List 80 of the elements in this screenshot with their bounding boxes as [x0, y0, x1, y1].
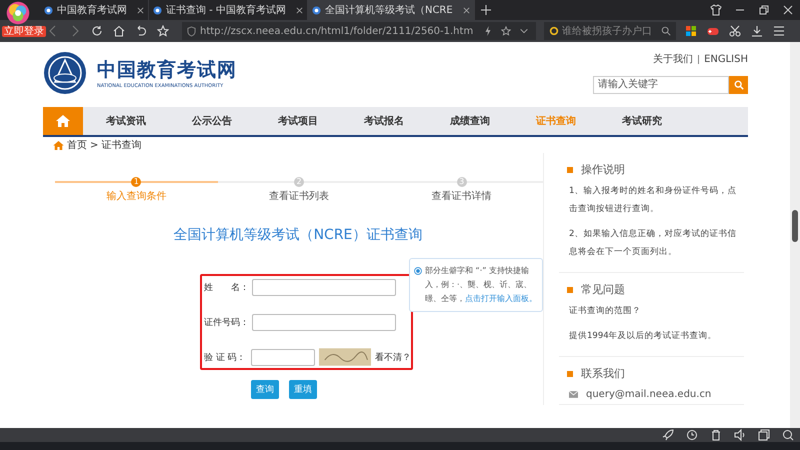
address-bar[interactable]: http://zscx.neea.edu.cn/html1/folder/2111/2560-1.htm [182, 22, 536, 40]
site-search-field[interactable]: 请输入关键字 [593, 76, 729, 94]
radio-icon [414, 267, 422, 275]
search-button[interactable] [729, 76, 748, 94]
rocket-icon[interactable] [662, 429, 674, 441]
breadcrumb-link[interactable]: 证书查询 [101, 138, 142, 152]
speaker-icon[interactable] [734, 429, 746, 441]
contact-email: query@mail.neea.edu.cn [586, 389, 712, 400]
nav-item[interactable]: 考试研究 [599, 114, 685, 128]
bullet-icon [567, 166, 573, 172]
reload-icon[interactable] [91, 25, 103, 37]
breadcrumb-link[interactable]: 首页 [67, 138, 87, 152]
top-link[interactable]: 关于我们 [653, 52, 694, 66]
section-text: 证书查询的范围？ [569, 305, 642, 318]
section-text: 1、输入报考时的姓名和身份证件号码，点击查询按钮进行查询。 [569, 185, 738, 216]
nav-item[interactable]: 考试资讯 [83, 114, 169, 128]
search-engine-icon [549, 26, 560, 36]
field-label: 证件号码： [204, 316, 248, 328]
browser-tab[interactable]: 全国计算机等级考试（NCRE [308, 0, 475, 20]
gamepad-icon[interactable] [707, 25, 720, 37]
undo-icon[interactable] [135, 25, 147, 37]
nav-item[interactable]: 公示公告 [169, 114, 255, 128]
captcha-field[interactable] [250, 348, 315, 366]
section-text: 提供1994年及以后的考试证书查询。 [569, 330, 718, 343]
captcha-image [318, 348, 371, 366]
step-number: 1 [131, 177, 142, 187]
tab-close-icon[interactable] [137, 6, 144, 14]
nav-item[interactable]: 考试项目 [255, 114, 341, 128]
download-icon[interactable] [751, 25, 764, 37]
browser-search-field[interactable]: 谁给被拐孩子办户口 [544, 22, 676, 40]
logo-title: 中国教育考试网 [97, 58, 237, 83]
window-icon[interactable] [758, 429, 770, 441]
home-icon[interactable] [113, 25, 125, 37]
page-icon [153, 6, 162, 14]
tab-close-icon[interactable] [462, 6, 470, 14]
menu-icon[interactable] [773, 25, 786, 37]
search-icon[interactable] [782, 429, 794, 441]
search-icon [734, 80, 744, 90]
new-tab-icon[interactable] [480, 5, 491, 15]
scissors-icon[interactable] [729, 25, 742, 37]
logo-emblem-icon [43, 51, 87, 95]
step-label: 查看证书列表 [269, 190, 329, 203]
bullet-icon [567, 286, 573, 292]
login-badge[interactable]: 立即登录 [2, 26, 46, 37]
tab-close-icon[interactable] [296, 6, 303, 14]
star-icon[interactable] [157, 25, 169, 37]
open-input-panel-link[interactable]: 点击打开输入面板。 [465, 294, 537, 303]
trash-icon[interactable] [710, 429, 722, 441]
section-title: 操作说明 [581, 162, 625, 177]
clock-icon[interactable] [686, 429, 698, 441]
scrollbar[interactable] [790, 42, 800, 428]
bullet-icon [567, 370, 573, 376]
home-icon [53, 140, 64, 150]
nav-item[interactable]: 考试报名 [341, 114, 427, 128]
form-title: 全国计算机等级考试（NCRE）证书查询 [172, 226, 424, 244]
top-link[interactable]: ENGLISH [704, 54, 748, 64]
avatar-icon[interactable] [6, 1, 30, 25]
search-icon[interactable] [661, 26, 672, 36]
page-icon [44, 6, 53, 14]
page-icon [312, 6, 321, 14]
input-field[interactable] [252, 314, 396, 330]
captcha-refresh-link[interactable]: 看不清？ [375, 350, 411, 364]
step-label: 输入查询条件 [106, 190, 166, 203]
nav-item[interactable]: 成绩查询 [427, 114, 513, 128]
input-field[interactable] [252, 278, 396, 296]
field-label: 验 证 码： [204, 352, 247, 364]
step-label: 查看证书详情 [432, 190, 492, 203]
shirt-icon[interactable] [710, 4, 722, 16]
section-text: 2、如果输入信息正确，对应考试的证书信息将会在下一个页面列出。 [569, 228, 738, 259]
field-label: 姓 名： [204, 282, 248, 294]
section-title: 联系我们 [581, 366, 625, 381]
section-title: 常见问题 [581, 282, 625, 297]
tip-text: 部分生僻字和 “·” 支持快捷输入，例：·、龑、枧、䜣、宬、暻、仝等，点击打开输入面板。 [425, 265, 537, 305]
apps-icon[interactable] [685, 25, 698, 37]
breadcrumb-separator: > [90, 140, 98, 150]
close-icon[interactable] [782, 4, 794, 16]
home-icon [56, 115, 70, 127]
home-button[interactable] [43, 107, 83, 135]
restore-icon[interactable] [758, 4, 770, 16]
envelope-icon [569, 391, 578, 398]
